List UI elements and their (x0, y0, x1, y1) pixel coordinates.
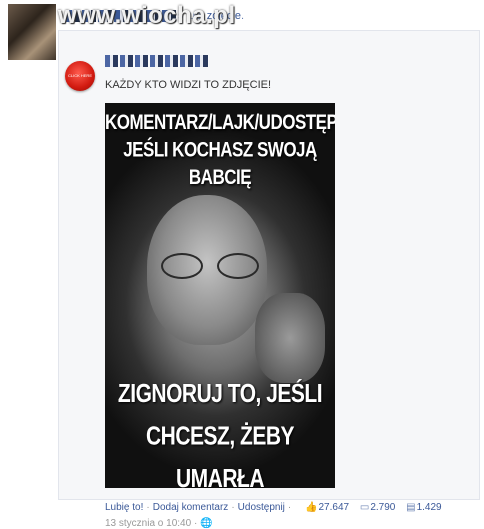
globe-icon: 🌐 (200, 518, 213, 529)
hand-shape (255, 293, 325, 383)
story-period: . (241, 10, 245, 22)
comments-count: 2.790 (370, 502, 396, 513)
liker-avatar[interactable] (8, 4, 56, 60)
separator: · (146, 502, 150, 513)
action-bar: Lubię to! · Dodaj komentarz · Udostępnij · 👍2… (105, 502, 442, 513)
likes-count-link[interactable]: 👍27.647 (305, 502, 349, 513)
photo-bottom-line-2: CHCESZ, ŻEBY UMARŁA (145, 421, 295, 488)
photo-bottom-line-1: ZIGNORUJ TO, JEŚLI (117, 379, 323, 408)
post-photo[interactable]: KOMENTARZ/LAJK/UDOSTĘPNIJ, JEŚLI KOCHASZ… (105, 103, 335, 488)
photo-top-text: KOMENTARZ/LAJK/UDOSTĘPNIJ, JEŚLI KOCHASZ… (105, 109, 335, 192)
photo-top-line-1: KOMENTARZ/LAJK/UDOSTĘPNIJ, (105, 110, 335, 134)
like-button[interactable]: Lubię to! (105, 502, 143, 513)
separator: · (231, 502, 235, 513)
post-timestamp[interactable]: 13 stycznia o 10:40 (105, 518, 191, 529)
shares-count-link[interactable]: ▤1.429 (406, 502, 441, 513)
comments-count-link[interactable]: ▭2.790 (360, 502, 395, 513)
share-button[interactable]: Udostępnij (238, 502, 285, 513)
site-watermark: www.wiocha.pl (58, 2, 236, 29)
shared-photo-card: CLICK HERE KAŻDY KTO WIDZI TO ZDJĘCIE! K… (58, 30, 480, 529)
thumbs-up-icon: 👍 (305, 502, 318, 513)
glasses-icon (161, 253, 261, 279)
photo-bottom-text: ZIGNORUJ TO, JEŚLI CHCESZ, ŻEBY UMARŁA (105, 373, 335, 488)
separator: · (193, 518, 198, 529)
poster-avatar-text: CLICK HERE (67, 73, 92, 78)
poster-name-redacted[interactable] (105, 55, 209, 67)
likes-count: 27.647 (318, 502, 350, 513)
post-caption: KAŻDY KTO WIDZI TO ZDJĘCIE! (105, 79, 272, 91)
photo-top-line-2: JEŚLI KOCHASZ SWOJĄ BABCIĘ (123, 137, 317, 189)
share-icon: ▤ (406, 502, 416, 513)
comment-icon: ▭ (359, 502, 370, 513)
poster-avatar[interactable]: CLICK HERE (65, 61, 95, 91)
shares-count: 1.429 (416, 502, 442, 513)
timestamp-line: 13 stycznia o 10:40 · 🌐 (105, 518, 213, 529)
comment-button[interactable]: Dodaj komentarz (153, 502, 229, 513)
separator: · (287, 502, 292, 513)
